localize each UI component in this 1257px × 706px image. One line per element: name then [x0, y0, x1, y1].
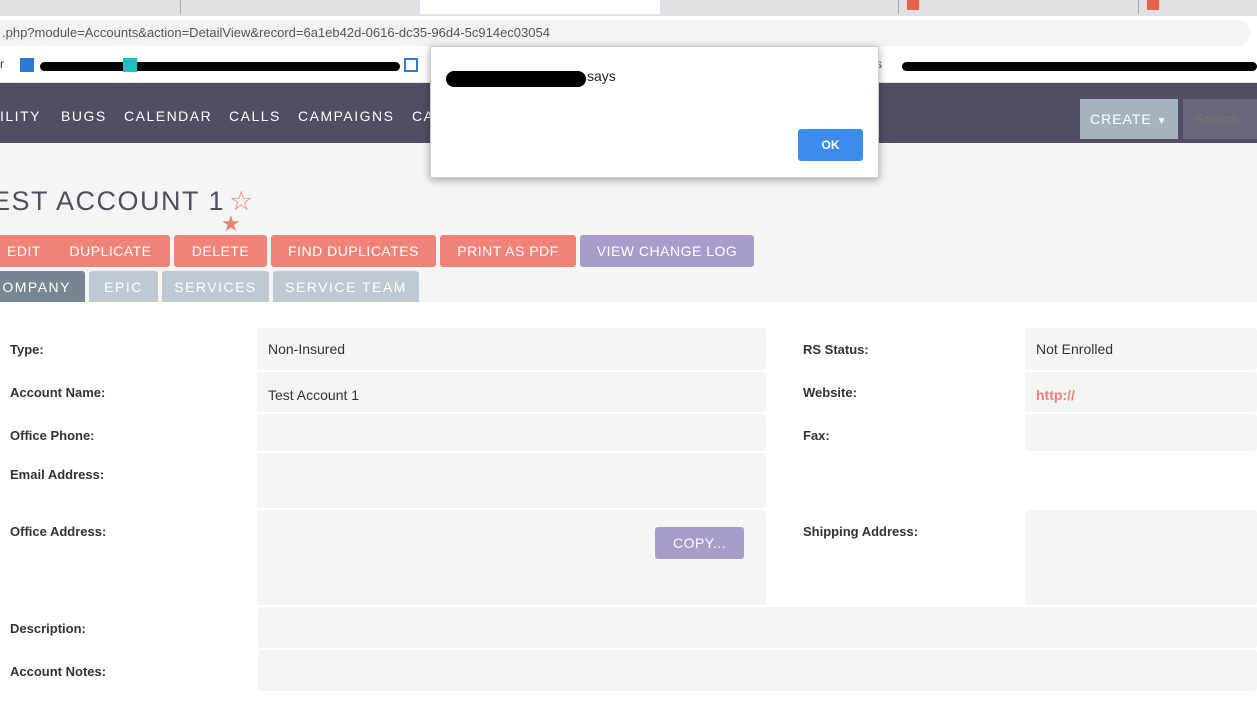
office-phone-value [257, 414, 766, 451]
print-as-pdf-button[interactable]: PRINT AS PDF [440, 235, 576, 267]
shipping-address-label: Shipping Address: [803, 524, 919, 539]
browser-tab[interactable] [1138, 0, 1257, 14]
star-icon: ★ [221, 211, 241, 236]
tab-services[interactable]: SERVICES [162, 271, 269, 302]
nav-calendar[interactable]: CALENDAR [124, 108, 212, 124]
rs-status-label: RS Status: [803, 342, 869, 357]
edit-button[interactable]: EDIT [0, 235, 58, 267]
shipping-address-value [1025, 510, 1257, 605]
account-name-value: Test Account 1 [257, 372, 766, 412]
redaction [40, 62, 400, 71]
dialog-message: says [587, 68, 616, 84]
type-value: Non-Insured [257, 328, 766, 370]
browser-tab[interactable] [180, 0, 420, 14]
search-input[interactable] [1183, 99, 1257, 139]
account-notes-label: Account Notes: [10, 664, 107, 679]
bookmark-icon[interactable] [123, 58, 137, 72]
email-address-label: Email Address: [10, 467, 105, 482]
tab-service-team[interactable]: SERVICE TEAM [273, 271, 419, 302]
browser-tab-active[interactable] [420, 0, 660, 14]
browser-tab[interactable] [898, 0, 1136, 14]
redaction [446, 71, 586, 87]
bookmark-fragment[interactable]: r [0, 57, 4, 71]
tab-company[interactable]: OMPANY [0, 271, 85, 302]
website-link[interactable]: http:// [1036, 387, 1075, 403]
delete-button[interactable]: DELETE [174, 235, 267, 267]
calendar-bookmark-icon[interactable] [404, 58, 418, 72]
account-notes-value [258, 650, 1257, 691]
nav-item[interactable]: ILITY [0, 108, 41, 124]
nav-bugs[interactable]: BUGS [61, 108, 107, 124]
browser-tab-strip [0, 0, 1257, 16]
browser-tab[interactable] [665, 0, 895, 14]
page-title: EST ACCOUNT 1 ☆ [0, 186, 255, 217]
view-change-log-button[interactable]: VIEW CHANGE LOG [580, 235, 754, 267]
url-input[interactable]: .php?module=Accounts&action=DetailView&r… [0, 20, 1250, 46]
nav-campaigns[interactable]: CAMPAIGNS [298, 108, 394, 124]
website-value: http:// [1025, 372, 1257, 412]
duplicate-button[interactable]: DUPLICATE [51, 235, 170, 267]
create-label: CREATE [1090, 111, 1152, 127]
ok-button[interactable]: OK [798, 129, 863, 161]
bookmark-icon[interactable] [20, 58, 34, 72]
fax-value [1025, 414, 1257, 451]
create-button[interactable]: CREATE ▼ [1080, 99, 1178, 139]
redaction [902, 62, 1257, 71]
find-duplicates-button[interactable]: FIND DUPLICATES [271, 235, 436, 267]
account-name-label: Account Name: [10, 385, 106, 400]
office-address-label: Office Address: [10, 524, 107, 539]
browser-tab[interactable] [0, 0, 180, 14]
record-title: EST ACCOUNT 1 [0, 186, 226, 216]
website-label: Website: [803, 385, 857, 400]
nav-calls[interactable]: CALLS [229, 108, 281, 124]
tab-epic[interactable]: EPIC [89, 271, 158, 302]
fax-label: Fax: [803, 428, 830, 443]
office-phone-label: Office Phone: [10, 428, 95, 443]
description-label: Description: [10, 621, 86, 636]
copy-button[interactable]: COPY... [655, 527, 744, 559]
description-value [258, 607, 1257, 648]
email-address-value [257, 453, 766, 508]
type-label: Type: [10, 342, 44, 357]
alert-dialog: says OK [430, 46, 879, 178]
rs-status-value: Not Enrolled [1025, 328, 1257, 370]
caret-down-icon: ▼ [1156, 116, 1168, 127]
